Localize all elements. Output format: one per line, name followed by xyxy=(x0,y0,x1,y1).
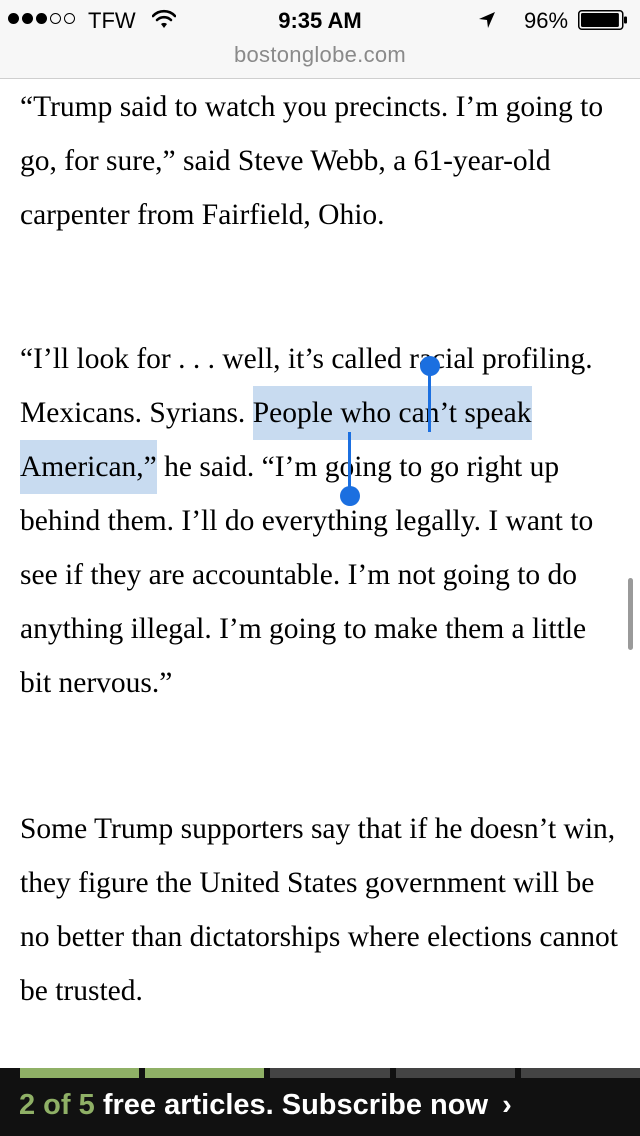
progress-segment xyxy=(270,1068,390,1078)
scroll-indicator[interactable] xyxy=(628,578,633,650)
status-bar: TFW 9:35 AM 96% xyxy=(0,0,640,40)
progress-segment xyxy=(20,1068,140,1078)
selection-end-handle[interactable] xyxy=(340,486,360,506)
article-paragraph-with-selection: “I’ll look for . . . well, it’s called r… xyxy=(20,332,624,710)
subscribe-message: free articles. Subscribe now xyxy=(102,1089,489,1121)
url-domain: bostonglobe.com xyxy=(233,42,407,67)
article-count: 2 of 5 xyxy=(19,1089,95,1121)
location-arrow-icon xyxy=(479,12,495,28)
address-bar[interactable]: bostonglobe.com xyxy=(0,40,640,79)
article-paragraph: “Trump said to watch you precincts. I’m … xyxy=(20,91,604,231)
battery-icon xyxy=(578,10,627,30)
selection-end-caret[interactable] xyxy=(348,432,351,492)
subscribe-banner[interactable]: 2 of 5 free articles. Subscribe now › xyxy=(0,1078,640,1136)
progress-segment xyxy=(520,1068,640,1078)
article-paragraph: Some Trump supporters say that if he doe… xyxy=(20,813,618,1007)
article-count-progress xyxy=(0,1068,640,1078)
battery-percentage: 96% xyxy=(524,8,569,33)
selection-start-caret[interactable] xyxy=(428,370,431,432)
chevron-right-icon: › xyxy=(502,1089,512,1121)
progress-segment xyxy=(145,1068,265,1078)
progress-segment xyxy=(395,1068,515,1078)
